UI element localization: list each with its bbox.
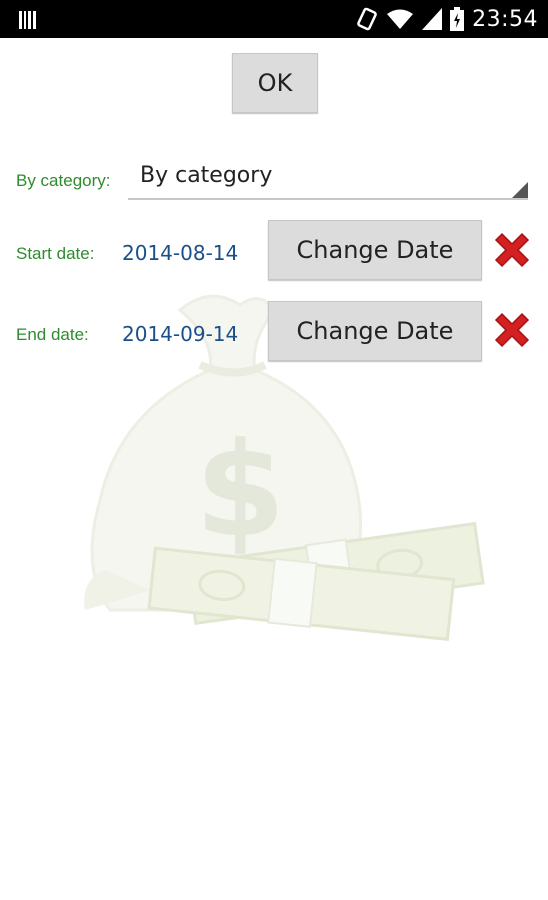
battery-icon [450,7,465,31]
wifi-icon [387,9,414,29]
change-start-date-button[interactable]: Change Date [268,220,482,280]
category-selected-value: By category [140,163,273,188]
start-date-label: Start date: [16,244,95,263]
ok-button[interactable]: OK [232,53,318,113]
status-icons: 23:54 [356,6,538,32]
clear-end-date-icon[interactable] [490,308,534,352]
category-spinner[interactable]: By category [128,160,528,200]
clock: 23:54 [472,6,538,32]
category-label: By category: [16,171,111,190]
end-date-label: End date: [16,325,89,344]
dropdown-arrow-icon [512,182,528,198]
status-bar: 23:54 [0,0,548,38]
svg-text:$: $ [195,414,285,566]
signal-icon [422,8,443,30]
change-end-date-button[interactable]: Change Date [268,301,482,361]
barcode-icon [19,11,36,29]
clear-start-date-icon[interactable] [490,228,534,272]
rotate-icon [357,7,377,31]
end-date-value: 2014-09-14 [122,322,239,346]
start-date-value: 2014-08-14 [122,241,239,265]
